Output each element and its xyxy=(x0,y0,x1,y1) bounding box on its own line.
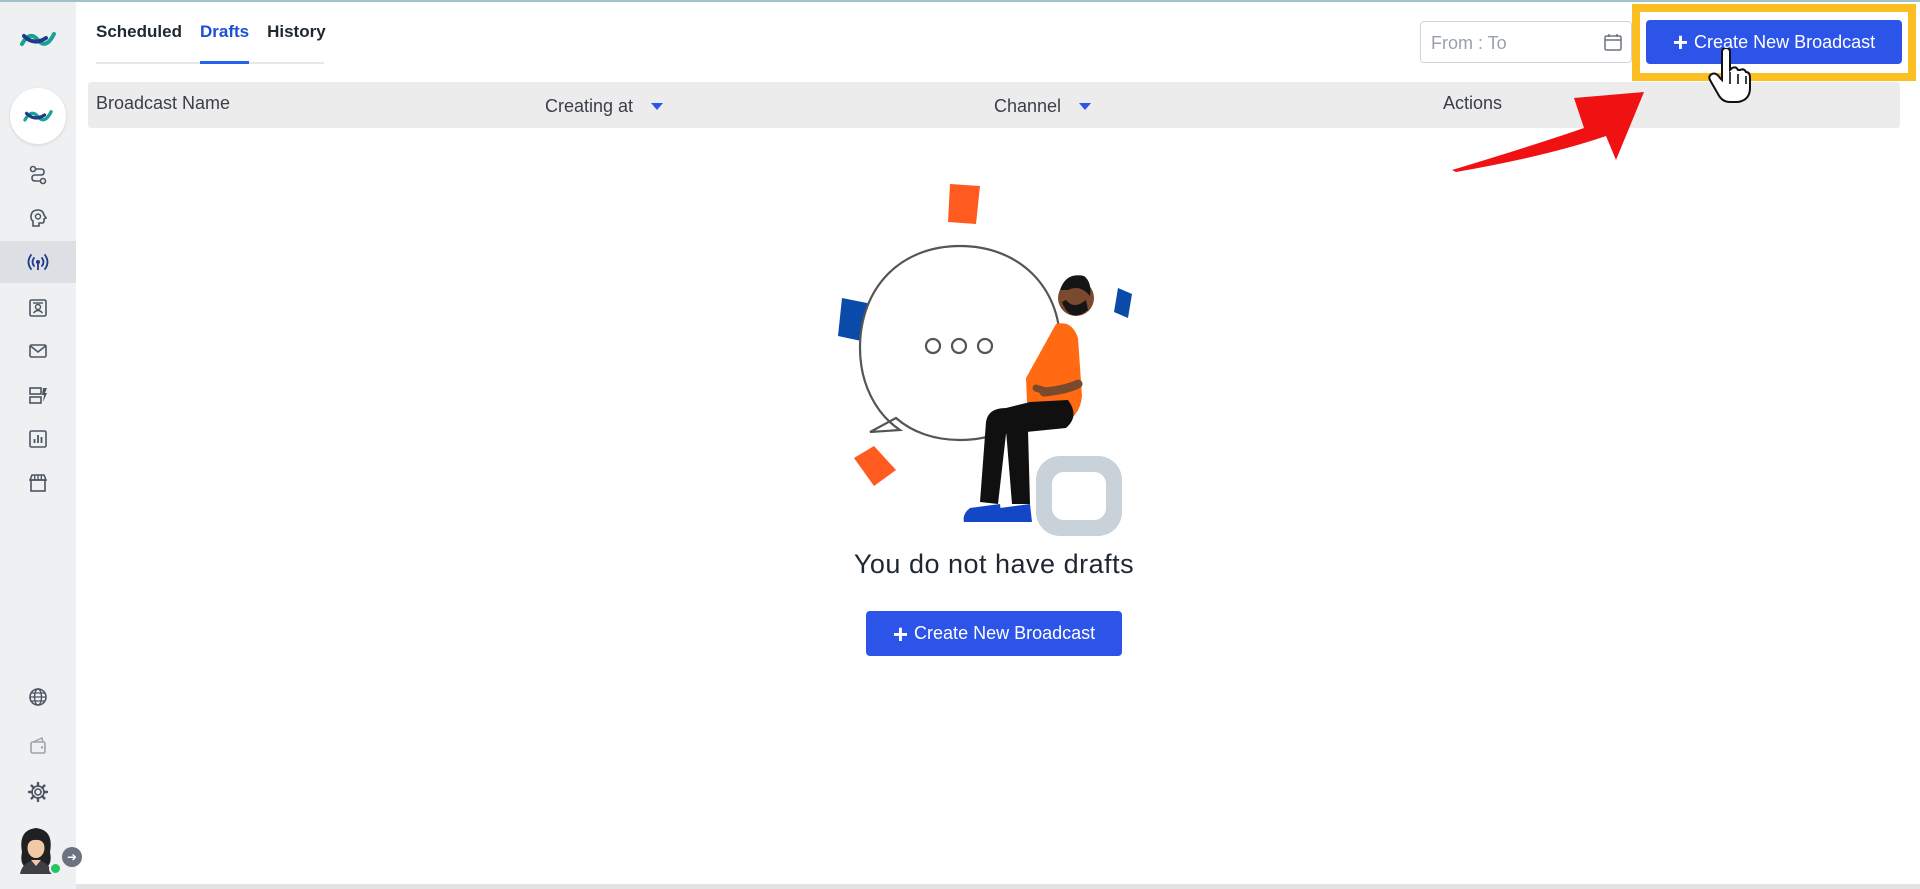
brand-logo-icon[interactable] xyxy=(16,24,60,52)
workspace-avatar[interactable] xyxy=(10,88,66,144)
globe-icon xyxy=(29,688,47,706)
store-icon xyxy=(28,474,48,492)
column-label: Creating at xyxy=(545,96,634,116)
contacts-icon xyxy=(29,299,47,317)
column-broadcast-name: Broadcast Name xyxy=(96,93,230,114)
create-broadcast-empty-button[interactable]: + Create New Broadcast xyxy=(866,611,1122,656)
column-creating-at[interactable]: Creating at xyxy=(545,96,664,117)
broadcast-tabs: Scheduled Drafts History xyxy=(96,20,326,64)
date-range-input[interactable]: From : To xyxy=(1420,21,1632,63)
broadcast-icon xyxy=(27,254,49,270)
sort-caret-icon[interactable] xyxy=(651,103,664,110)
mail-icon xyxy=(29,344,47,358)
bot-brain-icon xyxy=(30,209,48,227)
bottom-border xyxy=(76,884,1920,889)
flow-icon xyxy=(29,165,47,185)
sidebar-item-flows[interactable] xyxy=(0,154,76,196)
gear-icon xyxy=(27,781,49,803)
analytics-icon xyxy=(29,430,47,448)
sidebar: ➜ xyxy=(0,2,82,889)
top-border xyxy=(0,0,1920,2)
expand-sidebar-button[interactable]: ➜ xyxy=(62,847,82,867)
sidebar-item-wallet[interactable] xyxy=(0,725,76,767)
sidebar-item-inbox[interactable] xyxy=(0,330,76,372)
empty-drafts-illustration xyxy=(838,184,1132,536)
column-label: Channel xyxy=(994,96,1062,116)
filter-caret-icon[interactable] xyxy=(1079,103,1092,110)
plus-icon: + xyxy=(892,618,909,649)
create-broadcast-empty-label: Create New Broadcast xyxy=(914,623,1096,643)
sidebar-item-broadcasts[interactable] xyxy=(0,241,76,283)
column-channel[interactable]: Channel xyxy=(994,96,1092,117)
tab-drafts[interactable]: Drafts xyxy=(199,20,250,64)
sidebar-item-store[interactable] xyxy=(0,462,76,504)
sidebar-item-language[interactable] xyxy=(0,676,76,718)
sidebar-item-settings[interactable] xyxy=(0,771,76,813)
tab-history[interactable]: History xyxy=(267,20,326,62)
tab-scheduled[interactable]: Scheduled xyxy=(96,20,182,62)
wallet-icon xyxy=(30,737,46,754)
empty-state-message: You do not have drafts xyxy=(853,549,1135,579)
create-broadcast-button[interactable]: + Create New Broadcast xyxy=(1646,20,1902,64)
hand-pointer-cursor-icon xyxy=(1708,48,1751,103)
sidebar-item-contacts[interactable] xyxy=(0,287,76,329)
templates-icon xyxy=(29,387,47,404)
sidebar-item-analytics[interactable] xyxy=(0,418,76,460)
calendar-icon[interactable] xyxy=(1603,32,1623,52)
date-range-placeholder: From : To xyxy=(1431,33,1507,53)
workspace-logo-icon xyxy=(23,110,53,122)
plus-icon: + xyxy=(1672,27,1689,57)
annotation-arrow-icon xyxy=(1452,92,1644,172)
column-label: Broadcast Name xyxy=(96,93,231,113)
online-status-dot xyxy=(49,862,62,875)
sidebar-item-bots[interactable] xyxy=(0,197,76,239)
sidebar-item-templates[interactable] xyxy=(0,374,76,416)
